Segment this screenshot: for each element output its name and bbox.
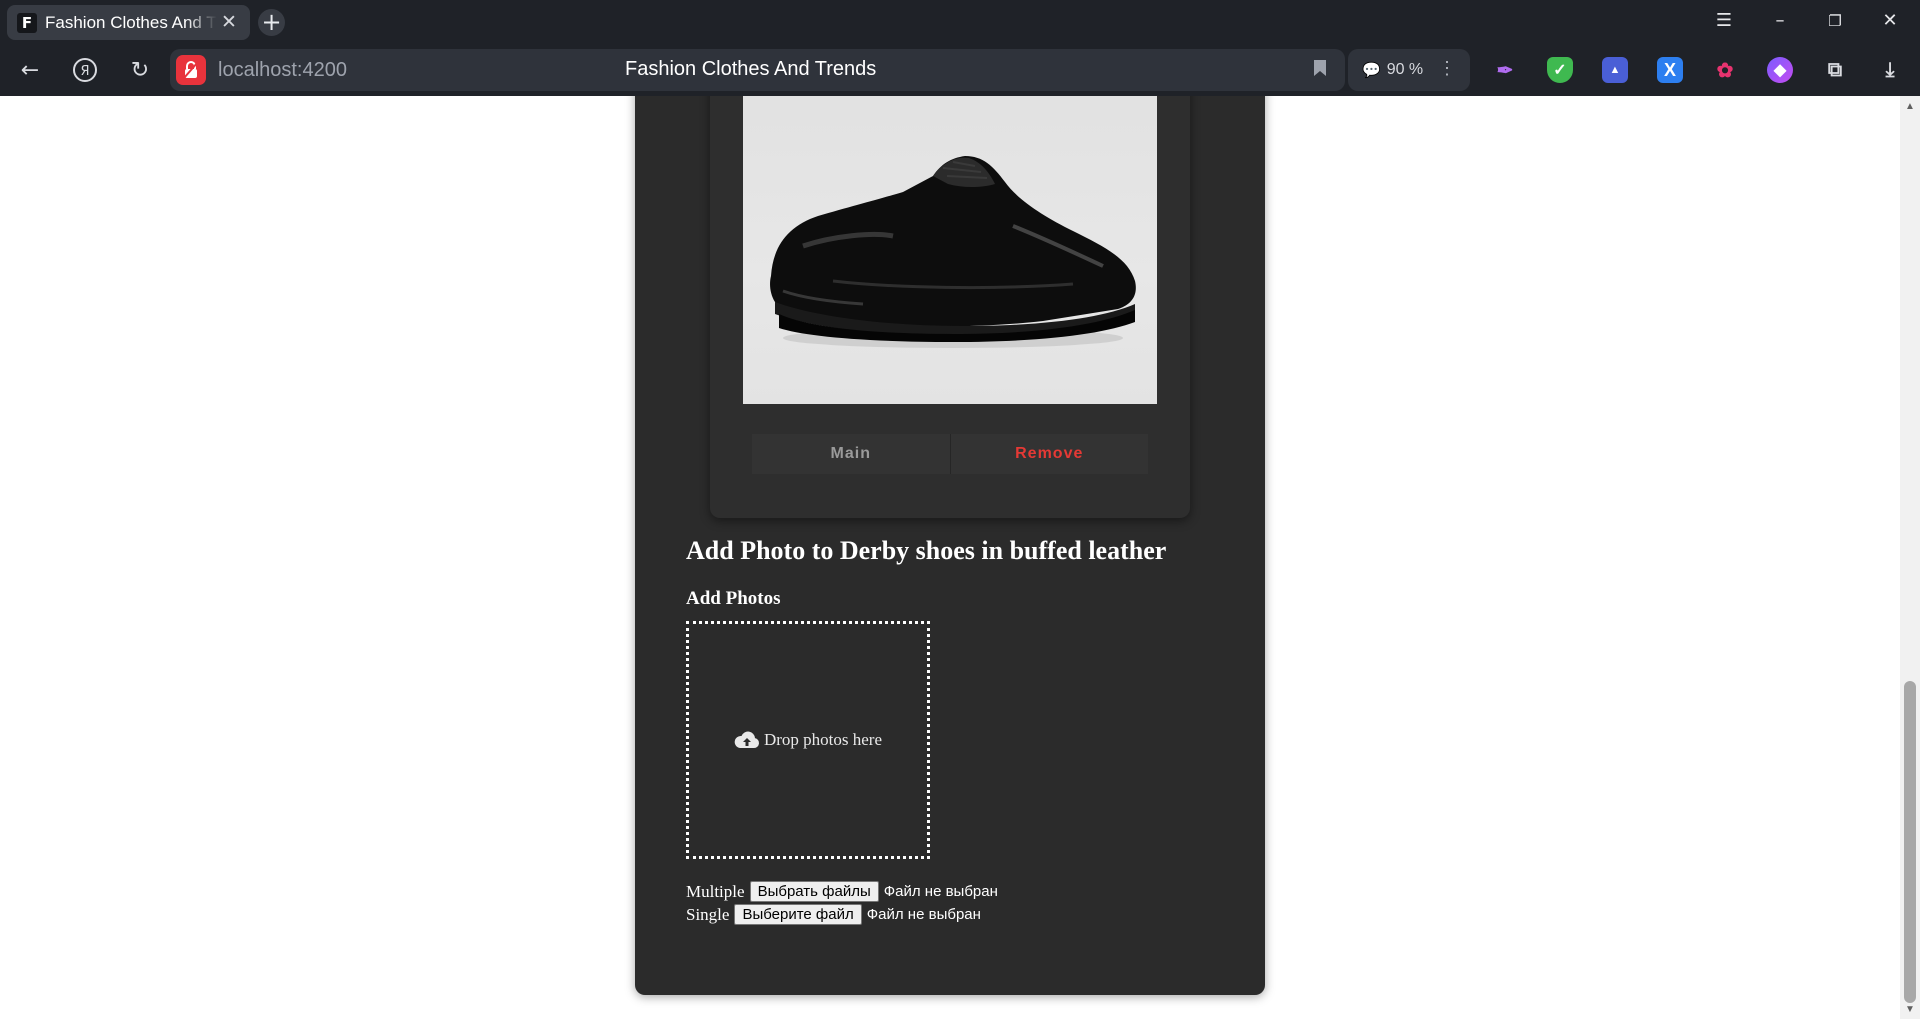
multiple-file-status: Файл не выбран bbox=[883, 883, 998, 900]
product-photo bbox=[743, 96, 1157, 404]
downloads-icon[interactable]: ⤓ bbox=[1877, 57, 1903, 83]
browser-tab[interactable]: F Fashion Clothes And Trends ✕ bbox=[7, 5, 250, 40]
add-photo-title: Add Photo to Derby shoes in buffed leath… bbox=[686, 536, 1167, 565]
tab-favicon: F bbox=[17, 12, 37, 33]
url-text: localhost:4200 bbox=[218, 59, 347, 81]
multiple-upload-row: Multiple Выбрать файлы Файл не выбран bbox=[686, 881, 998, 902]
address-page-title: Fashion Clothes And Trends bbox=[625, 58, 877, 80]
close-window-icon[interactable]: ✕ bbox=[1878, 10, 1902, 31]
multiple-file-button[interactable]: Выбрать файлы bbox=[749, 881, 879, 902]
single-upload-row: Single Выберите файл Файл не выбран bbox=[686, 904, 981, 925]
ship-extension-icon[interactable]: ▲ bbox=[1602, 57, 1628, 83]
single-file-button[interactable]: Выберите файл bbox=[734, 904, 862, 925]
fox-extension-icon[interactable]: ✿ bbox=[1712, 57, 1738, 83]
zoom-indicator[interactable]: 💬 90 % ⋮ bbox=[1348, 49, 1470, 91]
more-icon[interactable]: ⋮ bbox=[1438, 58, 1456, 79]
browser-toolbar: ← Я ↻ localhost:4200 Fashion Clothes And… bbox=[0, 44, 1920, 96]
dropzone-text: Drop photos here bbox=[763, 730, 883, 749]
tabs-menu-icon[interactable]: ☰ bbox=[1712, 10, 1736, 31]
product-photos-panel: Main Remove Add Photo to Derby shoes in … bbox=[635, 96, 1265, 995]
address-bar[interactable]: localhost:4200 Fashion Clothes And Trend… bbox=[170, 49, 1345, 91]
page-viewport: Main Remove Add Photo to Derby shoes in … bbox=[0, 96, 1900, 1019]
cloud-upload-icon bbox=[734, 730, 760, 750]
photo-dropzone[interactable]: Drop photos here bbox=[686, 621, 930, 859]
single-label: Single bbox=[686, 904, 730, 924]
add-photos-heading: Add Photos bbox=[686, 588, 781, 609]
browser-tab-bar: F Fashion Clothes And Trends ✕ + ☰ – ❐ ✕ bbox=[0, 0, 1920, 44]
scroll-down-icon[interactable]: ▼ bbox=[1905, 1004, 1915, 1015]
connection-insecure-icon[interactable] bbox=[176, 55, 206, 85]
restore-icon[interactable]: ❐ bbox=[1823, 12, 1847, 30]
purple-extension-icon[interactable]: ◆ bbox=[1767, 57, 1793, 83]
comments-icon: 💬 bbox=[1362, 62, 1381, 79]
back-icon[interactable]: ← bbox=[16, 56, 44, 84]
zoom-level: 90 % bbox=[1386, 61, 1424, 78]
tab-title: Fashion Clothes And Trends bbox=[45, 12, 217, 32]
shoe-image bbox=[770, 156, 1136, 348]
svg-text:Я: Я bbox=[80, 64, 89, 79]
minimize-icon[interactable]: – bbox=[1768, 10, 1792, 31]
photo-card: Main Remove bbox=[710, 96, 1190, 518]
shield-extension-icon[interactable]: ✓ bbox=[1547, 57, 1573, 83]
extensions-icon[interactable]: ⧉ bbox=[1822, 57, 1848, 83]
reload-icon[interactable]: ↻ bbox=[126, 56, 154, 84]
tab-close-icon[interactable]: ✕ bbox=[221, 13, 237, 32]
new-tab-button[interactable]: + bbox=[258, 9, 285, 36]
page-scrollbar[interactable]: ▲ ▼ bbox=[1900, 96, 1920, 1019]
single-file-status: Файл не выбран bbox=[866, 906, 981, 923]
yandex-icon[interactable]: Я bbox=[71, 56, 99, 84]
bookmark-icon[interactable] bbox=[1313, 59, 1327, 83]
remove-photo-button[interactable]: Remove bbox=[950, 434, 1148, 474]
scroll-up-icon[interactable]: ▲ bbox=[1905, 101, 1915, 112]
set-main-button[interactable]: Main bbox=[752, 434, 951, 474]
scroll-thumb[interactable] bbox=[1904, 681, 1916, 1003]
photo-actions: Main Remove bbox=[752, 434, 1148, 474]
feather-extension-icon[interactable]: ✒ bbox=[1492, 57, 1518, 83]
multiple-label: Multiple bbox=[686, 881, 745, 901]
x-extension-icon[interactable]: X bbox=[1657, 57, 1683, 83]
